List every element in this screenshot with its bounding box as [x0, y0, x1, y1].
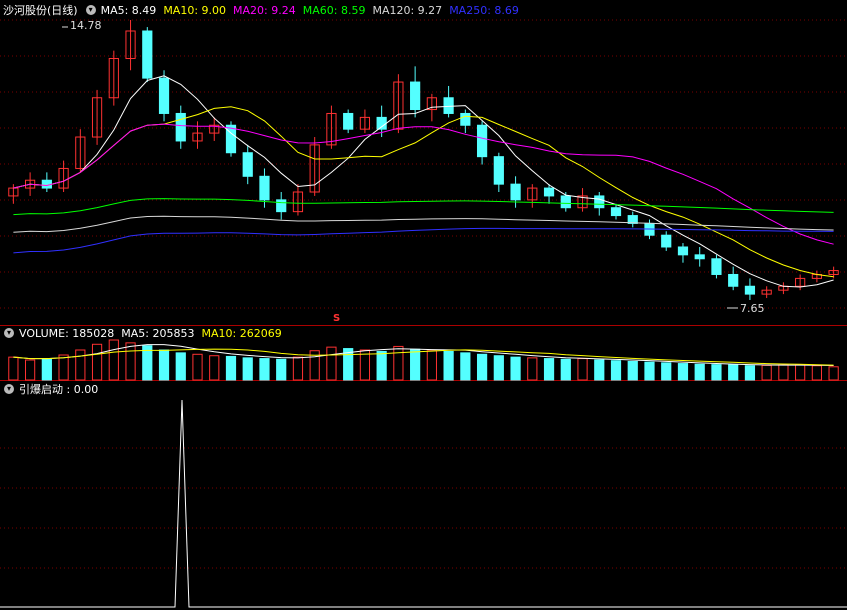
volume-bar — [276, 358, 287, 381]
volume-bar — [225, 355, 237, 381]
volume-bar — [744, 365, 756, 381]
volume-bar — [493, 355, 504, 381]
ma-line — [13, 106, 834, 278]
volume-bar — [125, 342, 136, 381]
volume-bar — [443, 350, 454, 381]
candle-body — [493, 156, 504, 185]
indicator-legend: ▾ 引爆启动 : 0.00 — [0, 381, 105, 397]
volume-bar — [426, 350, 437, 381]
candle-body — [158, 77, 170, 114]
volume-bar — [393, 345, 404, 381]
volume-bar — [376, 350, 387, 381]
stock-chart[interactable] — [0, 0, 847, 610]
volume-bar — [476, 353, 488, 381]
volume-bar — [828, 366, 839, 381]
volume-bar — [610, 360, 622, 381]
volume-bar — [158, 349, 170, 381]
volume-bar — [192, 353, 203, 381]
volume-bar — [811, 365, 822, 381]
candle-body — [242, 152, 253, 177]
volume-bar — [175, 352, 186, 381]
volume-bar — [728, 364, 739, 381]
high-price-label: 14.78 — [70, 19, 102, 32]
volume-bar — [527, 357, 538, 381]
volume-bar — [91, 343, 103, 381]
volume-bar — [410, 348, 421, 381]
volume-bar — [560, 358, 571, 381]
volume-bar — [761, 364, 772, 381]
indicator-line — [0, 399, 847, 608]
candle-body — [728, 273, 739, 287]
low-price-label: 7.65 — [740, 302, 765, 315]
chevron-down-icon[interactable]: ▾ — [4, 328, 14, 338]
candle-body — [744, 285, 756, 295]
volume-bar — [292, 356, 304, 381]
volume-bar — [543, 358, 555, 381]
volume-bar — [8, 356, 19, 381]
volume-bar — [694, 363, 705, 381]
volume-bar — [510, 356, 521, 381]
volume-bar — [259, 358, 270, 381]
candle-body — [610, 207, 622, 217]
volume-bar — [25, 359, 36, 381]
candle-body — [694, 254, 705, 260]
candle-body — [343, 112, 354, 130]
chevron-down-icon[interactable]: ▾ — [4, 384, 14, 394]
volume-bar — [677, 363, 689, 381]
volume-bar — [460, 352, 471, 381]
volume-bar — [661, 362, 672, 381]
ma-line — [13, 198, 834, 216]
candle-body — [410, 81, 421, 111]
candle-body — [543, 187, 555, 197]
candle-body — [560, 195, 571, 209]
ma-line — [13, 75, 834, 288]
ma-line — [13, 123, 834, 245]
candle-body — [443, 97, 454, 114]
volume-ma5: MA5: 205853 — [121, 326, 195, 340]
signal-marker: S — [333, 313, 341, 324]
volume-ma10: MA10: 262069 — [201, 326, 282, 340]
volume-bar — [41, 358, 52, 381]
volume-bar — [577, 358, 588, 381]
candle-body — [225, 124, 237, 154]
volume-bar — [795, 364, 806, 381]
volume-ma-line — [13, 348, 834, 366]
volume-bar — [644, 361, 655, 381]
volume-bar — [326, 346, 337, 381]
candle-body — [661, 234, 672, 248]
volume-legend: ▾ VOLUME: 185028 MA5: 205853 MA10: 26206… — [0, 325, 289, 341]
candle-body — [677, 246, 689, 256]
volume-bar — [242, 357, 253, 381]
volume-value: VOLUME: 185028 — [19, 326, 115, 340]
volume-bar — [594, 359, 605, 381]
candle-body — [376, 116, 387, 130]
candle-body — [175, 112, 186, 142]
candle-body — [476, 124, 488, 158]
volume-bar — [627, 360, 638, 381]
candle-body — [711, 258, 722, 275]
volume-bar — [58, 354, 69, 381]
candle-body — [510, 183, 521, 201]
volume-bar — [108, 339, 119, 381]
volume-bar — [778, 364, 789, 381]
candle-body — [594, 195, 605, 209]
candle-body — [259, 175, 270, 201]
volume-bar — [711, 364, 722, 381]
volume-ma-line — [13, 344, 834, 366]
candle-body — [460, 112, 471, 126]
candle-body — [142, 30, 153, 79]
candle-body — [276, 199, 287, 213]
indicator-label: 引爆启动 : 0.00 — [19, 383, 99, 396]
volume-bar — [75, 349, 86, 381]
volume-bar — [209, 355, 220, 381]
ma-line — [13, 227, 834, 254]
